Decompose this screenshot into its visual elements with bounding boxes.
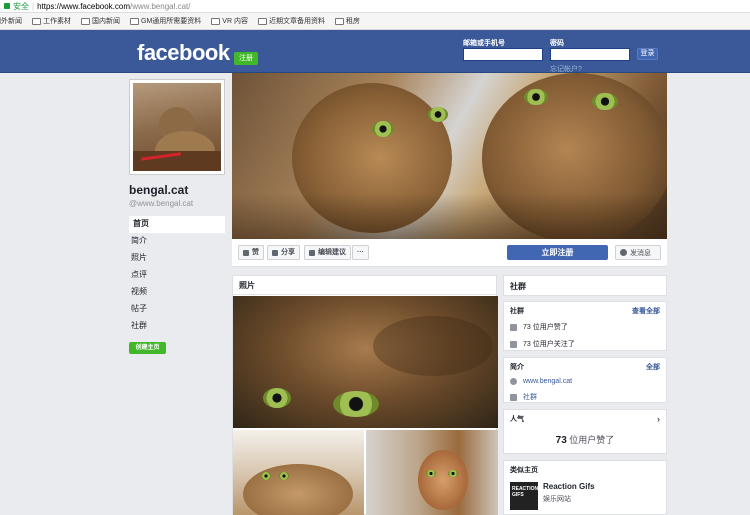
message-button[interactable]: 发消息	[615, 245, 661, 260]
cat-eye	[261, 472, 271, 480]
password-field[interactable]	[550, 48, 630, 61]
page-handle: @www.bengal.cat	[129, 199, 194, 208]
photos-card: 照片	[232, 275, 498, 515]
photo-tile[interactable]	[233, 296, 498, 428]
community-header-card: 社群	[503, 275, 667, 296]
password-label: 密码	[550, 40, 564, 47]
community-header: 社群	[510, 282, 526, 291]
bookmark-item[interactable]: 国外新闻	[0, 16, 22, 26]
popularity-card: 人气 › 73 位用户赞了	[503, 409, 667, 454]
cat-body	[243, 464, 353, 515]
thumbs-up-icon	[243, 249, 249, 256]
profile-picture[interactable]	[129, 79, 225, 175]
secure-label: 安全	[13, 1, 29, 11]
suggest-edit-button[interactable]: 编辑建议	[304, 245, 351, 260]
email-field[interactable]	[463, 48, 543, 61]
recommended-page-category: 娱乐网站	[543, 496, 571, 503]
bookmark-item[interactable]: VR 内容	[211, 16, 248, 26]
more-button[interactable]: ···	[352, 245, 369, 260]
similar-subheader: 类似主页	[510, 467, 538, 474]
bookmark-item[interactable]: 租房	[334, 16, 360, 26]
similar-pages-card: 类似主页 REACTION GIFS Reaction Gifs 娱乐网站	[503, 460, 667, 515]
folder-icon	[130, 17, 139, 25]
share-button[interactable]: 分享	[267, 245, 300, 260]
page-name: bengal.cat	[129, 183, 189, 197]
login-button[interactable]: 登录	[637, 48, 658, 60]
follows-row: 73 位用户关注了	[504, 336, 666, 353]
bookmark-item[interactable]: 工作素材	[32, 16, 71, 26]
cat-eye	[448, 470, 458, 477]
community-subheader: 社群 查看全部	[510, 306, 660, 316]
email-label: 邮箱或手机号	[463, 40, 505, 47]
cat-eye	[372, 121, 394, 137]
url-separator: |	[32, 1, 35, 11]
globe-icon	[510, 378, 517, 385]
nav-item-community[interactable]: 社群	[129, 318, 225, 335]
photos-title: 照片	[233, 276, 496, 295]
folder-icon	[32, 17, 41, 25]
facebook-logo[interactable]: facebook	[137, 40, 230, 66]
cover-shade	[232, 193, 667, 239]
cat-eye	[428, 107, 448, 122]
cat-eye	[333, 391, 379, 417]
category-link[interactable]: 社群	[523, 392, 537, 402]
about-all-link[interactable]: 全部	[646, 362, 660, 372]
address-bar[interactable]: 安全 | https://www.facebook.com /www.benga…	[0, 0, 750, 13]
about-card: 简介 全部 www.bengal.cat 社群	[503, 357, 667, 403]
nav-item-home[interactable]: 首页	[129, 216, 225, 233]
popularity-likes: 73 位用户赞了	[555, 435, 615, 446]
cat-eye	[524, 89, 548, 105]
cat-eye	[279, 472, 289, 480]
url-path: /www.bengal.cat/	[130, 1, 191, 11]
signup-button[interactable]: 立即注册	[507, 245, 608, 260]
community-card: 社群 查看全部 73 位用户赞了 73 位用户关注了	[503, 301, 667, 351]
cover-photo[interactable]	[232, 73, 667, 239]
rss-icon	[510, 340, 517, 348]
cat-fur-shade	[373, 316, 493, 376]
bookmark-item[interactable]: GM通用所需要资料	[130, 16, 201, 26]
bookmark-item[interactable]: 国内新闻	[81, 16, 120, 26]
nav-item-posts[interactable]: 帖子	[129, 301, 225, 318]
cat-eye	[592, 93, 618, 110]
category-icon	[510, 393, 517, 401]
reaction-gifs-thumbnail: REACTION GIFS	[510, 482, 538, 510]
cat-eye	[426, 470, 436, 477]
website-row: www.bengal.cat	[504, 375, 666, 389]
about-subheader: 简介 全部	[510, 362, 660, 372]
lock-icon	[4, 3, 10, 9]
cat-eye	[263, 388, 291, 408]
website-link[interactable]: www.bengal.cat	[523, 378, 572, 385]
folder-icon	[334, 17, 344, 25]
see-all-link[interactable]: 查看全部	[632, 306, 660, 316]
url-host: https://www.facebook.com	[37, 1, 131, 11]
folder-icon	[81, 17, 90, 25]
recommended-page-name[interactable]: Reaction Gifs	[543, 482, 595, 491]
category-row: 社群	[504, 389, 666, 406]
folder-icon	[211, 17, 221, 25]
nav-item-photos[interactable]: 照片	[129, 250, 225, 267]
recommended-page[interactable]: REACTION GIFS Reaction Gifs 娱乐网站	[504, 478, 666, 514]
nav-item-videos[interactable]: 视频	[129, 284, 225, 301]
register-button[interactable]: 注册	[234, 52, 258, 65]
cat-head	[418, 450, 468, 510]
nav-item-about[interactable]: 简介	[129, 233, 225, 250]
pencil-icon	[309, 249, 315, 256]
chevron-right-icon: ›	[657, 414, 660, 424]
messenger-icon	[620, 249, 627, 256]
page-nav: 首页 简介 照片 点评 视频 帖子 社群	[129, 216, 225, 335]
photo-tile[interactable]	[233, 430, 364, 515]
likes-row: 73 位用户赞了	[504, 319, 666, 336]
thumbs-up-icon	[510, 323, 517, 331]
bookmarks-bar: 国外新闻 工作素材 国内新闻 GM通用所需要资料 VR 内容 近期文章备用资料 …	[0, 13, 750, 30]
bookmark-item[interactable]: 近期文章备用资料	[257, 16, 325, 26]
share-icon	[272, 249, 278, 256]
popularity-subheader[interactable]: 人气 ›	[504, 410, 666, 427]
profile-photo	[133, 83, 221, 171]
nav-item-reviews[interactable]: 点评	[129, 267, 225, 284]
photo-tile[interactable]	[366, 430, 498, 515]
create-page-button[interactable]: 创建主页	[129, 342, 166, 354]
like-button[interactable]: 赞	[238, 245, 264, 260]
folder-icon	[257, 17, 267, 25]
